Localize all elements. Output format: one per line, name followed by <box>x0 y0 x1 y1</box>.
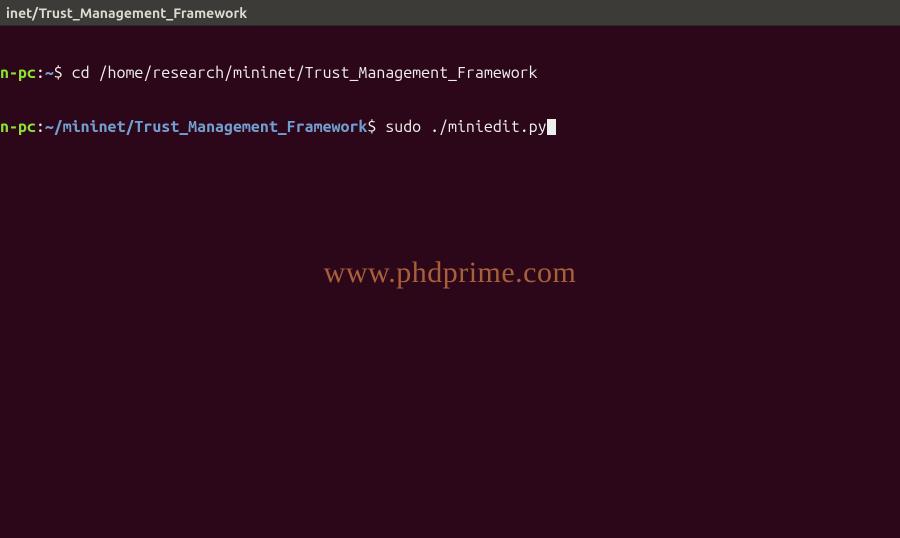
command-text: cd /home/research/mininet/Trust_Manageme… <box>72 64 538 82</box>
window-title: inet/Trust_Management_Framework <box>6 5 247 21</box>
watermark-text: www.phdprime.com <box>0 256 900 290</box>
prompt-sep: : <box>36 64 45 82</box>
scrollbar-vertical[interactable] <box>886 26 900 538</box>
prompt-path: ~ <box>45 64 54 82</box>
window-titlebar[interactable]: inet/Trust_Management_Framework <box>0 0 900 26</box>
prompt-host: n-pc <box>0 118 36 136</box>
terminal-area[interactable]: n-pc:~$ cd /home/research/mininet/Trust_… <box>0 26 900 154</box>
prompt-path: ~/mininet/Trust_Management_Framework <box>45 118 368 136</box>
prompt-end: $ <box>54 64 72 82</box>
prompt-host: n-pc <box>0 64 36 82</box>
terminal-line: n-pc:~$ cd /home/research/mininet/Trust_… <box>0 64 900 82</box>
text-cursor <box>547 119 556 135</box>
terminal-line: n-pc:~/mininet/Trust_Management_Framewor… <box>0 118 900 136</box>
prompt-sep: : <box>36 118 45 136</box>
command-text: sudo ./miniedit.py <box>385 118 546 136</box>
prompt-end: $ <box>367 118 385 136</box>
